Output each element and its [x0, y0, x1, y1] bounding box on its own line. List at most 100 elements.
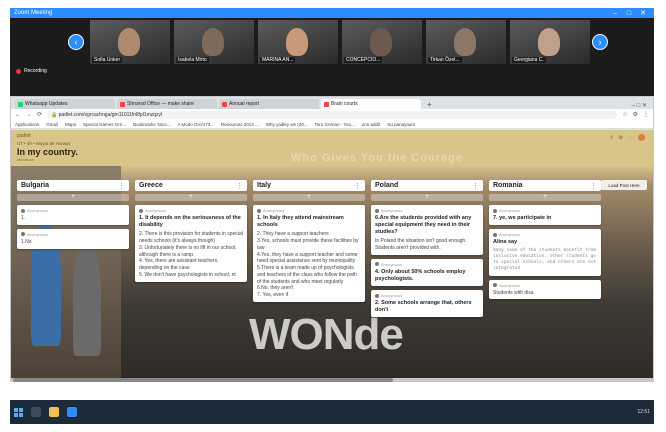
browser-tab[interactable]: Shrunsd Office — make share: [117, 99, 217, 109]
column-greece: Greece ⋮ + Anonymous 1. It depends on the…: [135, 180, 247, 282]
search-icon[interactable]: [31, 407, 41, 417]
minimize-icon[interactable]: –: [608, 10, 622, 17]
taskbar: 12:51: [10, 400, 654, 424]
system-clock[interactable]: 12:51: [637, 409, 650, 415]
add-card-button[interactable]: +: [489, 194, 601, 201]
card-title: 4. Only about 50% schools employ psychol…: [375, 268, 466, 283]
video-tile[interactable]: MARINA AN...: [258, 20, 338, 64]
gallery-prev-button[interactable]: ‹: [68, 34, 84, 50]
tab-label: Annual report: [229, 101, 260, 107]
card-author: Anonymous: [21, 232, 125, 237]
post-card[interactable]: Anonymous 1. In Italy they attend mainst…: [253, 205, 365, 302]
card-author: Anonymous: [375, 293, 479, 298]
browser-tab-active[interactable]: Brain courts: [321, 99, 421, 109]
post-card[interactable]: Anonymous 7. ye, we participate in: [489, 205, 601, 226]
bookmark-item[interactable]: Resources 2013 ...: [221, 122, 259, 127]
column-header: Italy ⋮: [253, 180, 365, 191]
close-icon[interactable]: ✕: [636, 9, 650, 17]
post-card[interactable]: Anonymous 4. Only about 50% schools empl…: [371, 258, 483, 287]
browser-tab[interactable]: Annual report: [219, 99, 319, 109]
padlet-logo[interactable]: padlet: [17, 133, 647, 139]
column-menu-icon[interactable]: ⋮: [354, 182, 361, 190]
post-card[interactable]: Anonymous 2. Some schools arrange that, …: [371, 290, 483, 318]
author-name: Anonymous: [499, 282, 521, 288]
column-menu-icon[interactable]: ⋮: [590, 182, 597, 190]
column-header: Poland ⋮: [371, 180, 483, 191]
post-card[interactable]: Anonymous 1.No: [17, 228, 129, 249]
settings-icon[interactable]: ⚙: [619, 135, 623, 141]
bookmark-item[interactable]: A Modo Grn/173...: [177, 122, 214, 127]
add-card-button[interactable]: +: [371, 194, 483, 201]
card-body: 1.: [21, 215, 26, 221]
user-icon: [493, 232, 497, 237]
window-controls[interactable]: – □ ✕: [632, 102, 653, 109]
new-tab-button[interactable]: +: [427, 100, 432, 109]
star-icon[interactable]: ☆: [622, 111, 627, 118]
bookmark-item[interactable]: Why yadley we (20...: [266, 122, 308, 127]
post-card[interactable]: Anonymous 1.: [17, 205, 129, 225]
bookmark-item[interactable]: Maps: [65, 122, 76, 127]
column-title: Bulgaria: [21, 182, 50, 189]
video-tile[interactable]: CONCEPCIO...: [342, 20, 422, 64]
horizontal-scrollbar[interactable]: [11, 378, 653, 382]
bookmark-item[interactable]: Gmail: [46, 122, 58, 127]
zoom-title: Zoom Meeting: [14, 10, 53, 16]
gallery-next-button[interactable]: ›: [592, 34, 608, 50]
video-tile[interactable]: Georgiana C.: [510, 20, 590, 64]
browser-tab[interactable]: Whatsapp Updates: [15, 99, 115, 109]
address-bar-row: ← → ⟳ 🔒 padlet.com/sgrcachnga/gm11011fnl…: [11, 109, 653, 120]
card-title: Alina say: [493, 239, 518, 246]
column-menu-icon[interactable]: ⋮: [472, 182, 479, 190]
share-icon[interactable]: ⇪: [609, 135, 613, 141]
participant-name: Sofia Unker: [92, 57, 123, 63]
participant-name: Isabela Mirto: [176, 57, 209, 63]
card-title: 1. In Italy they attend mainstream schoo…: [257, 215, 344, 229]
screen: Zoom Meeting – □ ✕ ‹ Sofia Unker Isabela…: [0, 0, 666, 432]
forward-icon[interactable]: →: [26, 112, 32, 118]
post-card[interactable]: Anonymous 6.Are the students provided wi…: [371, 205, 483, 255]
add-card-button[interactable]: +: [17, 194, 129, 201]
reload-icon[interactable]: ⟳: [37, 111, 42, 118]
more-icon[interactable]: ⋯: [628, 135, 633, 141]
scrollbar-thumb[interactable]: [13, 378, 393, 382]
column-menu-icon[interactable]: ⋮: [118, 182, 125, 190]
user-icon: [257, 208, 261, 213]
card-author: Anonymous: [139, 208, 243, 213]
add-post-button[interactable]: Load Post Here: [601, 180, 647, 190]
bookmark-item[interactable]: Bookmarks Yaco...: [133, 122, 170, 127]
padlet-icon: [324, 101, 329, 107]
add-card-button[interactable]: +: [135, 194, 247, 201]
column-title: Greece: [139, 182, 163, 189]
whatsapp-icon: [18, 101, 23, 107]
post-card[interactable]: Anonymous Students with disa: [489, 279, 601, 300]
back-icon[interactable]: ←: [15, 112, 21, 118]
windows-start-icon[interactable]: [14, 407, 23, 417]
bookmark-item[interactable]: Special Games Grn...: [83, 122, 126, 127]
column-title: Italy: [257, 182, 272, 189]
avatar[interactable]: [638, 134, 645, 141]
post-card[interactable]: Anonymous 1. It depends on the seriousne…: [135, 205, 247, 282]
zoom-app-icon[interactable]: [67, 407, 77, 417]
maximize-icon[interactable]: □: [622, 10, 636, 17]
column-header: Bulgaria ⋮: [17, 180, 129, 191]
menu-icon[interactable]: ⋮: [643, 111, 649, 118]
office-icon: [120, 101, 125, 107]
video-tile[interactable]: Tirkan Özel...: [426, 20, 506, 64]
bookmark-item[interactable]: Toru Grenan - You...: [315, 122, 355, 127]
file-explorer-icon[interactable]: [49, 407, 59, 417]
record-icon: [16, 68, 21, 74]
post-card[interactable]: Anonymous Alina say many some of the stu…: [489, 229, 601, 276]
url-field[interactable]: 🔒 padlet.com/sgrcachnga/gm11011fnl8pl1mz…: [47, 110, 618, 119]
extensions-icon[interactable]: ⚙: [633, 111, 638, 118]
bookmark-item[interactable]: Su panayaurs: [387, 122, 415, 127]
add-card-button[interactable]: +: [253, 194, 365, 201]
lock-icon: 🔒: [51, 111, 59, 118]
bookmark-item[interactable]: unn addit: [362, 122, 381, 127]
card-author: Anonymous: [375, 262, 479, 267]
recording-indicator: Recording: [16, 68, 47, 74]
video-tile[interactable]: Sofia Unker: [90, 20, 170, 64]
video-tile[interactable]: Isabela Mirto: [174, 20, 254, 64]
bookmark-item[interactable]: Applications: [15, 122, 39, 127]
column-bulgaria: Bulgaria ⋮ + Anonymous 1. Anonymous 1.No: [17, 180, 129, 249]
column-menu-icon[interactable]: ⋮: [236, 182, 243, 190]
